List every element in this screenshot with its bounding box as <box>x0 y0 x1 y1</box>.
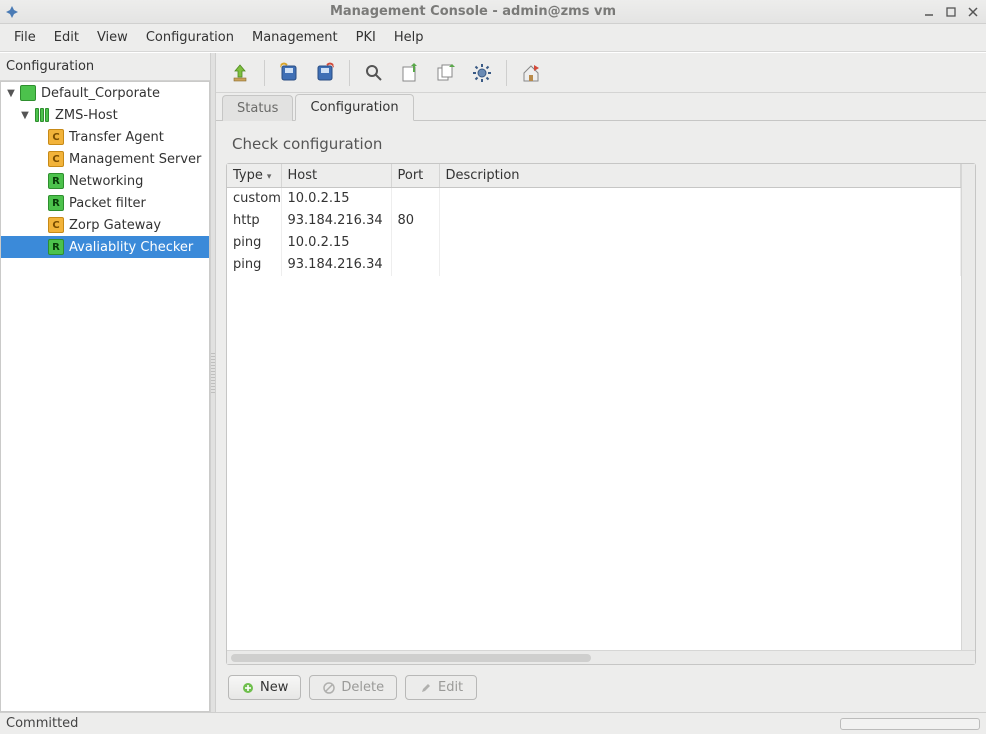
menubar: File Edit View Configuration Management … <box>0 24 986 52</box>
titlebar: Management Console - admin@zms vm <box>0 0 986 24</box>
table-row[interactable]: http93.184.216.3480 <box>227 210 961 232</box>
new-button[interactable]: New <box>228 675 301 700</box>
button-row: New Delete Edit <box>226 673 976 702</box>
export-icon[interactable] <box>394 57 426 89</box>
minimize-button[interactable] <box>920 3 938 21</box>
status-text: Committed <box>6 716 78 731</box>
tree-node-transfer-agent[interactable]: CTransfer Agent <box>1 126 209 148</box>
button-label: Edit <box>438 680 463 695</box>
col-header-host[interactable]: Host <box>281 164 391 188</box>
menu-management[interactable]: Management <box>244 26 346 49</box>
tree-node-zorp-gateway[interactable]: CZorp Gateway <box>1 214 209 236</box>
check-table: Type Host Port Description custom10.0.2.… <box>226 163 976 665</box>
tree-node-networking[interactable]: RNetworking <box>1 170 209 192</box>
horizontal-scrollbar[interactable] <box>227 650 975 664</box>
table-row[interactable]: custom10.0.2.15 <box>227 188 961 210</box>
resource-icon: R <box>48 195 64 211</box>
sidebar-heading: Configuration <box>0 53 210 81</box>
config-tree[interactable]: ▼ Default_Corporate ▼ ZMS-Host <box>0 81 210 712</box>
save-revert-icon[interactable] <box>309 57 341 89</box>
window-title: Management Console - admin@zms vm <box>26 4 920 19</box>
vertical-scrollbar[interactable] <box>961 164 975 650</box>
component-icon: C <box>48 129 64 145</box>
col-header-type[interactable]: Type <box>227 164 281 188</box>
button-label: New <box>260 680 288 695</box>
save-commit-icon[interactable] <box>273 57 305 89</box>
tree-node-availability-checker[interactable]: RAvaliablity Checker <box>1 236 209 258</box>
table-row[interactable]: ping10.0.2.15 <box>227 232 961 254</box>
resource-icon: R <box>48 239 64 255</box>
chevron-down-icon[interactable]: ▼ <box>19 110 31 121</box>
button-label: Delete <box>341 680 384 695</box>
table-row[interactable]: ping93.184.216.34 <box>227 254 961 276</box>
menu-help[interactable]: Help <box>386 26 432 49</box>
delete-button[interactable]: Delete <box>309 675 397 700</box>
main-pane: Status Configuration Check configuration… <box>216 53 986 712</box>
tab-status[interactable]: Status <box>222 95 293 121</box>
tree-label: Avaliablity Checker <box>67 240 193 255</box>
resource-icon: R <box>48 173 64 189</box>
menu-configuration[interactable]: Configuration <box>138 26 242 49</box>
menu-view[interactable]: View <box>89 26 136 49</box>
upload-icon[interactable] <box>224 57 256 89</box>
menu-edit[interactable]: Edit <box>46 26 87 49</box>
tree-node-default-corporate[interactable]: ▼ Default_Corporate <box>1 82 209 104</box>
tree-node-zms-host[interactable]: ▼ ZMS-Host <box>1 104 209 126</box>
col-header-description[interactable]: Description <box>439 164 961 188</box>
site-icon <box>20 85 36 101</box>
tabbar: Status Configuration <box>216 93 986 121</box>
statusbar: Committed <box>0 712 986 734</box>
menu-pki[interactable]: PKI <box>348 26 384 49</box>
forbidden-icon <box>322 681 336 695</box>
menu-file[interactable]: File <box>6 26 44 49</box>
tree-label: Networking <box>67 174 143 189</box>
tree-label: Default_Corporate <box>39 86 160 101</box>
progress-bar <box>840 718 980 730</box>
app-icon <box>4 4 20 20</box>
component-icon: C <box>48 151 64 167</box>
toolbar <box>216 53 986 93</box>
multi-export-icon[interactable] <box>430 57 462 89</box>
component-icon: C <box>48 217 64 233</box>
edit-button[interactable]: Edit <box>405 675 477 700</box>
sidebar: Configuration ▼ Default_Corporate ▼ <box>0 53 210 712</box>
host-icon <box>34 107 50 123</box>
col-header-port[interactable]: Port <box>391 164 439 188</box>
tree-label: Transfer Agent <box>67 130 164 145</box>
chevron-down-icon[interactable]: ▼ <box>5 88 17 99</box>
tree-label: Management Server <box>67 152 201 167</box>
tree-label: ZMS-Host <box>53 108 118 123</box>
section-title: Check configuration <box>226 129 976 163</box>
search-icon[interactable] <box>358 57 390 89</box>
home-flag-icon[interactable] <box>515 57 547 89</box>
close-button[interactable] <box>964 3 982 21</box>
plus-icon <box>241 681 255 695</box>
pencil-icon <box>419 681 433 695</box>
tree-label: Packet filter <box>67 196 146 211</box>
gear-icon[interactable] <box>466 57 498 89</box>
maximize-button[interactable] <box>942 3 960 21</box>
tab-configuration[interactable]: Configuration <box>295 94 413 121</box>
tree-label: Zorp Gateway <box>67 218 161 233</box>
tree-node-packet-filter[interactable]: RPacket filter <box>1 192 209 214</box>
tree-node-management-server[interactable]: CManagement Server <box>1 148 209 170</box>
